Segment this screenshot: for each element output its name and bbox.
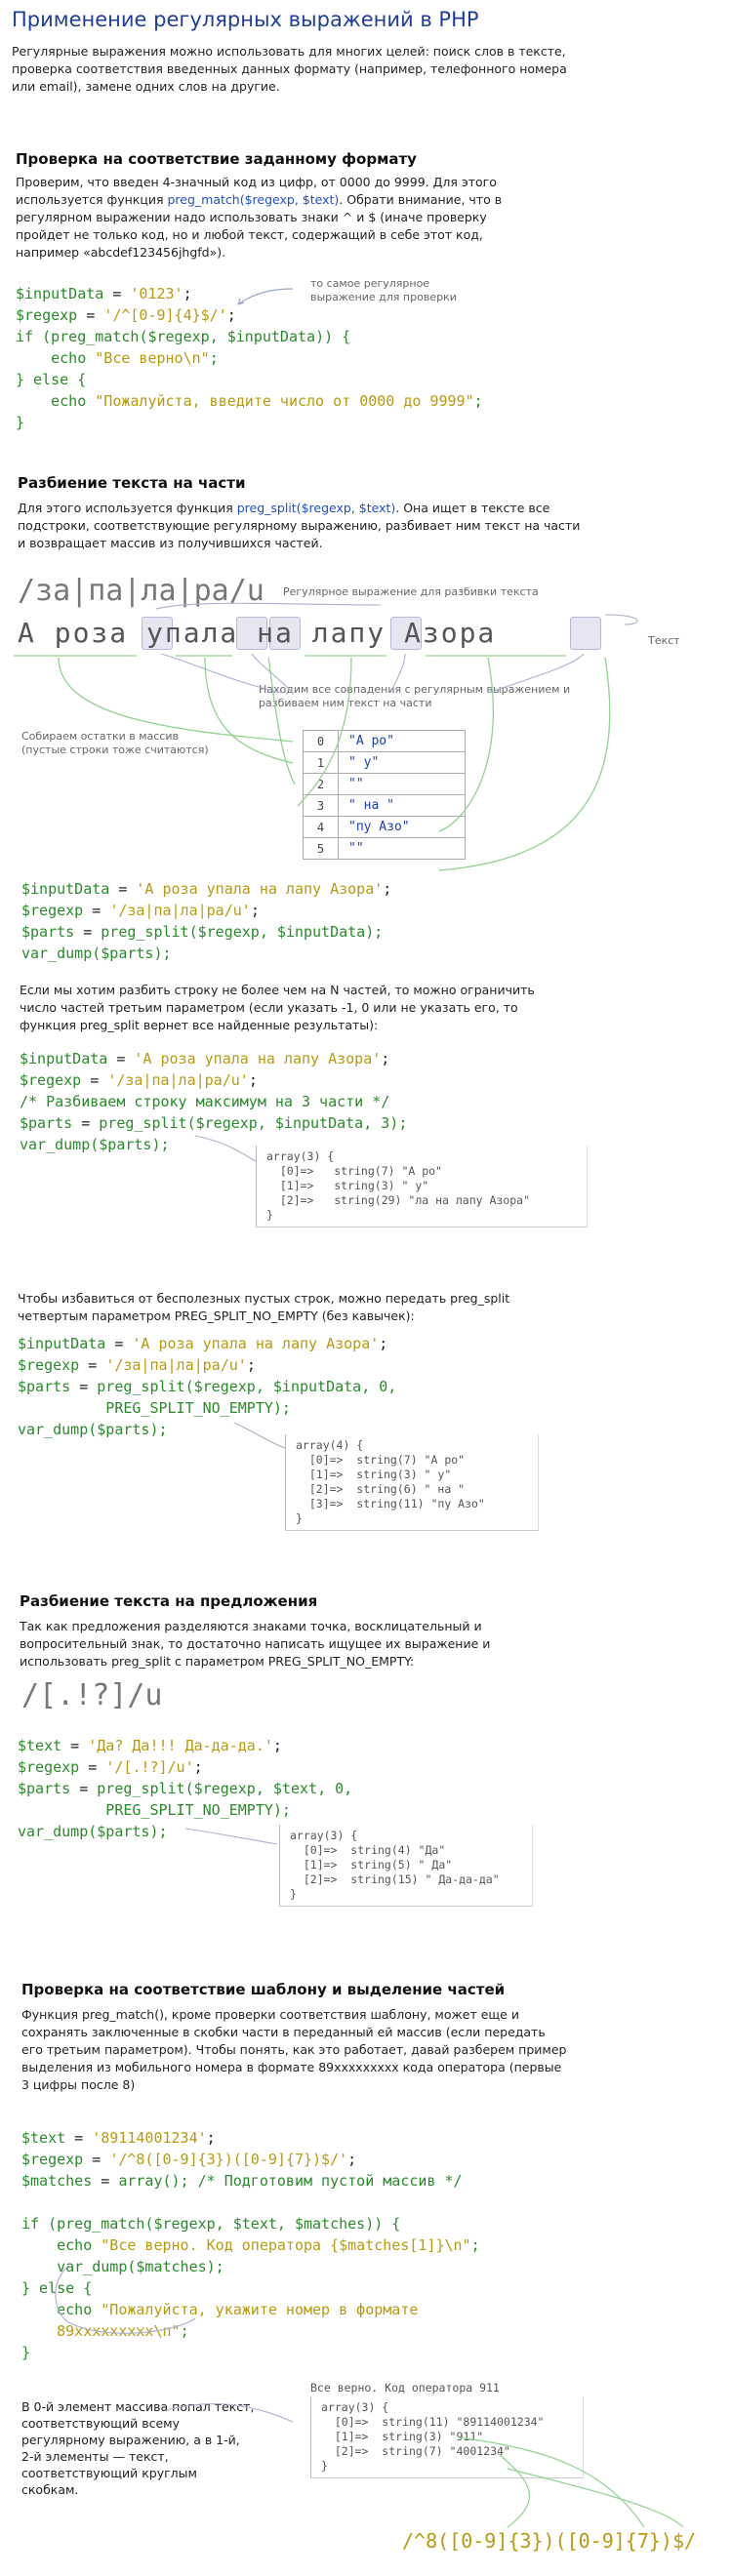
code-block-split-1: $inputData = 'А роза упала на лапу Азора… [21,880,392,962]
sentence-regex-display: /[.!?]/u [21,1678,163,1712]
section-paragraph-split: Для этого используется функция preg_spli… [18,501,581,550]
section-paragraph-sentences: Так как предложения разделяются знаками … [20,1619,491,1669]
section-heading-sentences: Разбиение текста на предложения [20,1592,318,1610]
annotation-arrows-split [14,602,638,871]
section-paragraph-capture: Функция preg_match(), кроме проверки соо… [21,2007,567,2092]
section-heading-capture: Проверка на соответствие шаблону и выдел… [21,1981,506,1998]
annotation-arrows-capture [55,2265,684,2528]
section-heading-split: Разбиение текста на части [18,474,246,492]
annotation-arrows-s1 [237,288,294,305]
split-limit-paragraph: Если мы хотим разбить строку не более че… [20,983,535,1032]
annotation-arrows-sentences [184,1828,278,1845]
annotation-arrows-dumps [194,1135,286,1449]
preg-split-link[interactable]: preg_split($regexp, $text) [237,501,396,515]
